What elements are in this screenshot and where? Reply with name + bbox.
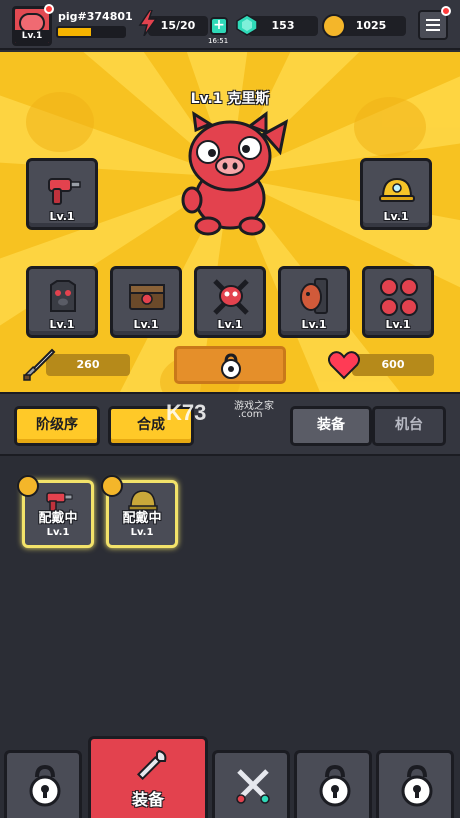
kettlebell-lock-icon xyxy=(319,764,351,807)
pig-squad-icon xyxy=(380,278,418,316)
slot-squad-level: Lv.1 xyxy=(385,318,411,331)
coin-count: 1025 xyxy=(336,16,406,36)
dark-pig-mask-icon xyxy=(50,280,76,312)
attack-value: 260 xyxy=(46,354,130,376)
tab-platform[interactable]: 机台 xyxy=(372,406,446,446)
inventory-item-drill[interactable]: 配戴中 Lv.1 xyxy=(17,475,94,548)
item-level: Lv.1 xyxy=(46,527,70,538)
character-name: Lv.1 克里斯 xyxy=(190,91,270,107)
energy-bolt-icon xyxy=(138,10,158,36)
pig-character[interactable] xyxy=(168,108,296,236)
slot-chest-level: Lv.1 xyxy=(133,318,159,331)
gem-count: 153 xyxy=(248,16,318,36)
slot-mask-level: Lv.1 xyxy=(49,318,75,331)
top-bar: Lv.1 pig#374801 15/20 + 16:51 153 1025 xyxy=(0,0,460,50)
nav-equipment[interactable]: 装备 xyxy=(88,736,208,818)
helmet-slot-level: Lv.1 xyxy=(383,210,409,223)
mining-helmet-icon xyxy=(379,177,415,202)
nav-locked-2[interactable] xyxy=(294,750,372,818)
menu-notification-dot xyxy=(441,6,451,16)
crossed-swords-icon xyxy=(236,769,270,804)
nav-equipment-label: 装备 xyxy=(131,790,164,809)
tab-equipment[interactable]: 装备 xyxy=(290,406,372,446)
chest-icon xyxy=(129,284,165,310)
drill-weapon-icon xyxy=(48,178,81,205)
health-value: 600 xyxy=(352,354,434,376)
slot-shield-level: Lv.1 xyxy=(301,318,327,331)
nav-locked-3[interactable] xyxy=(376,750,454,818)
watermark-domain: .com xyxy=(238,409,263,420)
slot-mask[interactable]: Lv.1 xyxy=(26,266,98,338)
xp-bar xyxy=(56,26,126,38)
gem-icon xyxy=(236,14,258,36)
nav-battle[interactable] xyxy=(212,750,290,818)
xp-bar-fill xyxy=(58,28,91,36)
player-name: pig#374801 xyxy=(58,10,133,23)
heart-icon xyxy=(328,351,360,380)
equipped-label: 配戴中 xyxy=(122,511,162,526)
crossed-skull-icon xyxy=(213,279,249,315)
filter-tab-bar: 阶级序 合成 K73 游戏之家 .com 装备 机台 xyxy=(0,392,460,456)
kettlebell-lock-icon xyxy=(401,764,433,807)
inventory-item-helmet[interactable]: 配戴中 Lv.1 xyxy=(101,475,178,548)
inventory-grid: 配戴中 Lv.1 配戴中 Lv.1 xyxy=(0,458,460,744)
notification-dot xyxy=(44,4,54,14)
hero-panel: Lv.1 克里斯 Lv.1 Lv.1 Lv.1 Lv.1 Lv.1 Lv.1 L… xyxy=(0,52,460,392)
add-energy-button[interactable]: + xyxy=(210,17,228,35)
kettlebell-icon xyxy=(221,353,241,379)
helmet-slot[interactable]: Lv.1 xyxy=(360,158,432,230)
sort-by-tier-button[interactable]: 阶级序 xyxy=(14,406,100,446)
slot-skull-level: Lv.1 xyxy=(217,318,243,331)
energy-timer: 16:51 xyxy=(208,37,229,45)
kettlebell-slot[interactable] xyxy=(174,346,286,384)
pig-shield-icon xyxy=(300,278,328,314)
slot-skull[interactable]: Lv.1 xyxy=(194,266,266,338)
helmet-badge-icon xyxy=(101,475,123,497)
weapon-slot-level: Lv.1 xyxy=(49,210,75,223)
watermark-brand: K73 xyxy=(166,400,207,425)
bottom-nav: 装备 xyxy=(0,736,460,818)
slot-shield[interactable]: Lv.1 xyxy=(278,266,350,338)
sword-icon xyxy=(23,348,56,381)
item-level: Lv.1 xyxy=(130,527,154,538)
equipped-label: 配戴中 xyxy=(38,511,78,526)
coin-icon xyxy=(322,14,346,38)
slot-chest[interactable]: Lv.1 xyxy=(110,266,182,338)
sword-badge-icon xyxy=(17,475,39,497)
slot-squad[interactable]: Lv.1 xyxy=(362,266,434,338)
nav-locked-1[interactable] xyxy=(4,750,82,818)
wrench-icon xyxy=(136,749,167,781)
weapon-slot[interactable]: Lv.1 xyxy=(26,158,98,230)
kettlebell-lock-icon xyxy=(29,764,61,807)
player-level: Lv.1 xyxy=(15,30,49,43)
